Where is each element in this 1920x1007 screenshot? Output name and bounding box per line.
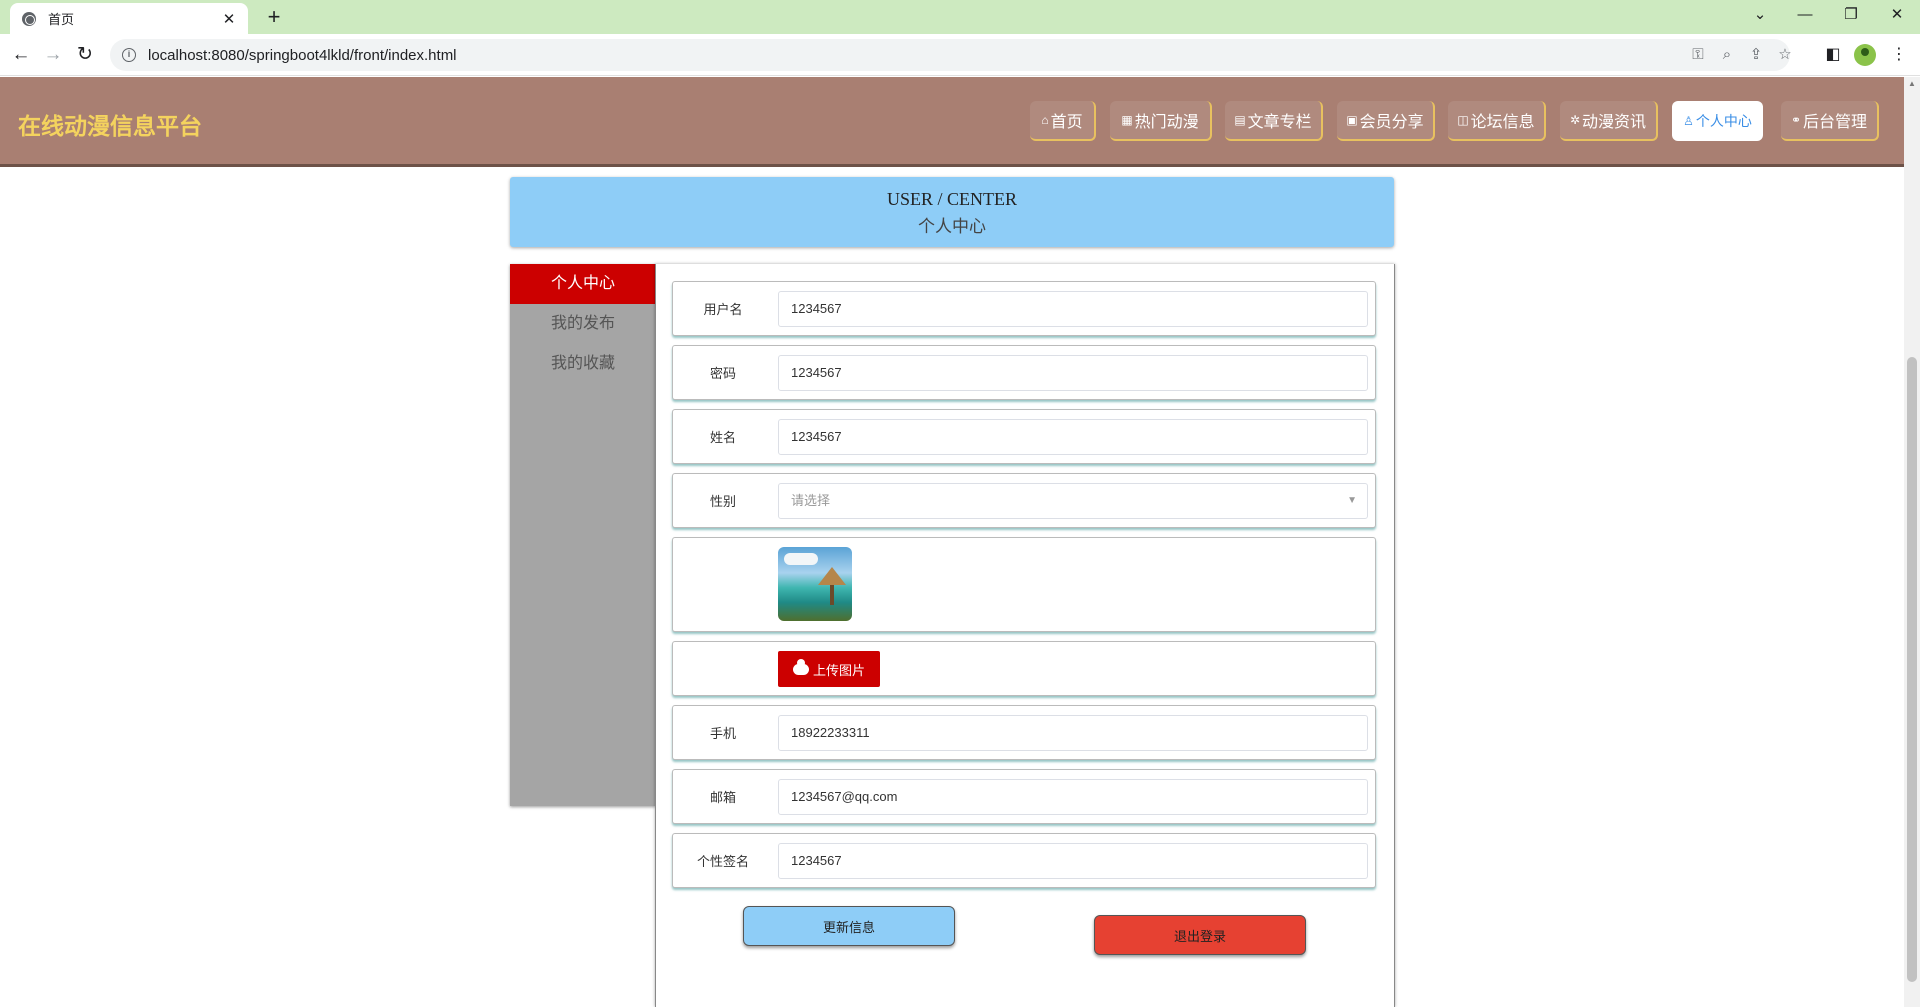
page-scrollbar[interactable]: ▲ — [1904, 77, 1920, 1007]
form-row-phone: 手机 18922233311 — [672, 705, 1376, 760]
profile-avatar-icon[interactable] — [1854, 44, 1876, 66]
nav-forum[interactable]: ◫ 论坛信息 — [1448, 101, 1546, 141]
username-label: 用户名 — [703, 302, 743, 317]
user-center-banner: USER / CENTER 个人中心 — [510, 177, 1394, 247]
side-menu: 个人中心 我的发布 我的收藏 — [510, 264, 656, 806]
new-tab-button[interactable]: + — [262, 5, 286, 29]
signature-label: 个性签名 — [696, 854, 749, 869]
form-row-avatar — [672, 537, 1376, 632]
banner-title-cn: 个人中心 — [918, 217, 986, 236]
side-item-user-center[interactable]: 个人中心 — [510, 264, 656, 304]
nav-articles[interactable]: ▤ 文章专栏 — [1225, 101, 1323, 141]
form-row-gender: 性别 请选择 ▼ — [672, 473, 1376, 528]
form-row-password: 密码 1234567 — [672, 345, 1376, 400]
nav-member-share[interactable]: ▣ 会员分享 — [1337, 101, 1435, 141]
nav-label: 个人中心 — [1695, 113, 1752, 129]
profile-form-panel: 用户名 1234567 密码 1234567 姓名 1234567 性别 请选择… — [655, 264, 1395, 1007]
banner-title-en: USER / CENTER — [886, 189, 1017, 209]
share-icon[interactable]: ⇪ — [1745, 39, 1767, 71]
scroll-up-icon[interactable]: ▲ — [1904, 79, 1920, 88]
nav-user-center[interactable]: ♙ 个人中心 — [1672, 101, 1763, 141]
nav-admin[interactable]: ⚭ 后台管理 — [1781, 101, 1879, 141]
tab-title: 首页 — [48, 12, 75, 27]
zoom-icon[interactable]: ⌕ — [1716, 39, 1738, 71]
form-row-name: 姓名 1234567 — [672, 409, 1376, 464]
email-input[interactable]: 1234567@qq.com — [778, 779, 1368, 815]
document-icon: ▤ — [1234, 113, 1246, 127]
side-panel-icon[interactable]: ◧ — [1822, 44, 1844, 66]
nav-label: 动漫资讯 — [1582, 114, 1647, 131]
restore-icon[interactable]: ❐ — [1836, 4, 1866, 26]
nav-label: 文章专栏 — [1247, 114, 1312, 131]
side-item-my-favorites[interactable]: 我的收藏 — [510, 344, 656, 384]
form-row-email: 邮箱 1234567@qq.com — [672, 769, 1376, 824]
password-input[interactable]: 1234567 — [778, 355, 1368, 391]
form-row-upload: 上传图片 — [672, 641, 1376, 696]
back-icon[interactable]: ← — [8, 42, 34, 68]
phone-input[interactable]: 18922233311 — [778, 715, 1368, 751]
close-icon[interactable]: ✕ — [220, 10, 238, 28]
address-bar[interactable]: i localhost:8080/springboot4lkld/front/i… — [110, 39, 1792, 71]
gift-icon: ▣ — [1346, 113, 1358, 127]
bookmark-star-icon[interactable]: ☆ — [1774, 39, 1796, 71]
nav-label: 后台管理 — [1803, 114, 1868, 131]
username-input[interactable]: 1234567 — [778, 291, 1368, 327]
forward-icon[interactable]: → — [40, 42, 66, 68]
forum-icon: ◫ — [1457, 113, 1469, 127]
nav-hot-anime[interactable]: ▦ 热门动漫 — [1110, 101, 1212, 141]
nav-label: 论坛信息 — [1470, 114, 1535, 131]
avatar-image[interactable] — [778, 547, 852, 621]
gender-select[interactable]: 请选择 ▼ — [778, 483, 1368, 519]
site-header: 在线动漫信息平台 ⌂ 首页 ▦ 热门动漫 ▤ 文章专栏 ▣ 会员分享 ◫ 论坛信… — [0, 77, 1904, 167]
browser-tab-bar: 首页 ✕ + ⌄ — ❐ ✕ — [0, 0, 1920, 34]
site-title[interactable]: 在线动漫信息平台 — [18, 107, 202, 141]
window-close-icon[interactable]: ✕ — [1882, 4, 1912, 26]
tab-search-icon[interactable]: ⌄ — [1745, 4, 1775, 26]
link-icon: ⚭ — [1790, 113, 1802, 127]
phone-label: 手机 — [709, 726, 736, 741]
form-row-username: 用户名 1234567 — [672, 281, 1376, 336]
side-item-my-posts[interactable]: 我的发布 — [510, 304, 656, 344]
globe-icon — [22, 11, 36, 26]
nav-anime-news[interactable]: ✲ 动漫资讯 — [1560, 101, 1658, 141]
home-icon: ⌂ — [1041, 113, 1049, 127]
minimize-icon[interactable]: — — [1790, 4, 1820, 26]
scroll-thumb[interactable] — [1907, 357, 1917, 982]
grid-icon: ▦ — [1121, 113, 1133, 127]
reload-icon[interactable]: ↻ — [72, 42, 98, 68]
signature-input[interactable]: 1234567 — [778, 843, 1368, 879]
avatar-post — [830, 585, 834, 605]
upload-image-button[interactable]: 上传图片 — [778, 651, 880, 687]
logout-button[interactable]: 退出登录 — [1094, 915, 1306, 955]
update-info-button[interactable]: 更新信息 — [743, 906, 955, 946]
password-label: 密码 — [709, 366, 736, 381]
caret-down-icon: ▼ — [1347, 495, 1357, 506]
cloud-upload-icon — [792, 658, 809, 675]
browser-tab[interactable]: 首页 ✕ — [10, 3, 248, 34]
email-label: 邮箱 — [709, 790, 736, 805]
news-icon: ✲ — [1569, 113, 1581, 127]
info-icon[interactable]: i — [122, 48, 136, 62]
user-icon: ♙ — [1683, 114, 1694, 128]
gender-placeholder: 请选择 — [791, 493, 831, 508]
upload-label: 上传图片 — [812, 662, 865, 678]
url-text: localhost:8080/springboot4lkld/front/ind… — [148, 46, 457, 64]
nav-label: 会员分享 — [1359, 114, 1424, 131]
menu-kebab-icon[interactable]: ⋮ — [1888, 44, 1910, 66]
form-row-signature: 个性签名 1234567 — [672, 833, 1376, 888]
browser-toolbar: ← → ↻ i localhost:8080/springboot4lkld/f… — [0, 34, 1920, 76]
name-label: 姓名 — [709, 430, 736, 445]
gender-label: 性别 — [709, 494, 736, 509]
key-icon[interactable]: ⚿ — [1687, 39, 1709, 71]
avatar-hut — [818, 567, 846, 585]
name-input[interactable]: 1234567 — [778, 419, 1368, 455]
nav-home[interactable]: ⌂ 首页 — [1030, 101, 1096, 141]
avatar-cloud — [784, 553, 818, 565]
nav-label: 首页 — [1050, 114, 1083, 131]
nav-label: 热门动漫 — [1134, 114, 1199, 131]
